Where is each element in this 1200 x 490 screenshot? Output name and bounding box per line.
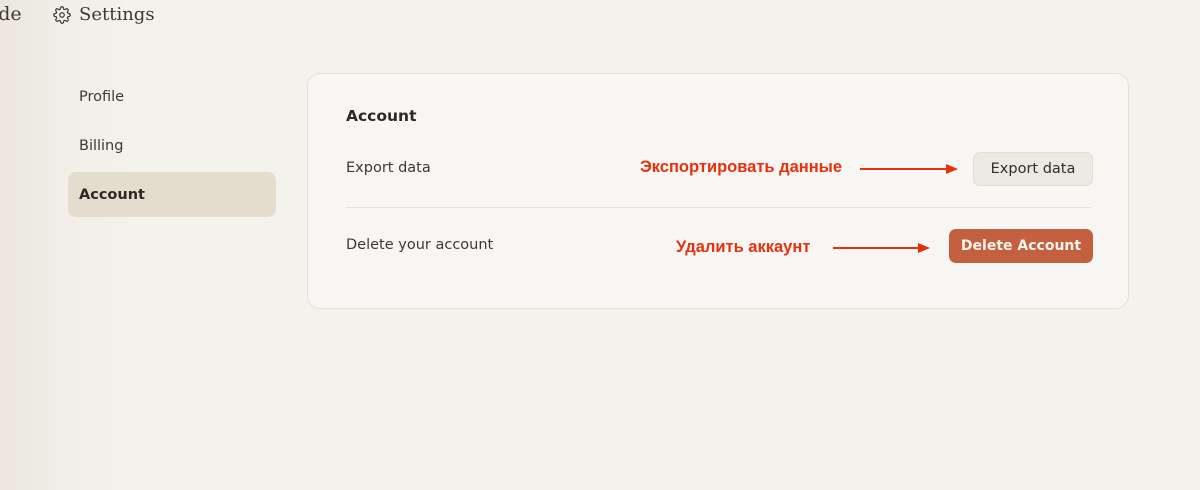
app-brand[interactable]: ude — [0, 3, 22, 25]
account-card: Account Export data Export data Delete y… — [307, 73, 1129, 309]
settings-header: Settings — [53, 4, 155, 25]
sidebar-item-billing[interactable]: Billing — [68, 123, 276, 168]
top-bar: ude Settings — [0, 0, 400, 34]
account-section-title: Account — [346, 107, 417, 125]
delete-account-button[interactable]: Delete Account — [949, 229, 1093, 263]
sidebar-item-profile[interactable]: Profile — [68, 74, 276, 119]
export-data-button[interactable]: Export data — [973, 152, 1093, 186]
annotation-arrow-delete-icon — [833, 243, 930, 253]
gear-icon — [53, 5, 71, 24]
divider — [346, 207, 1092, 208]
page-title: Settings — [79, 4, 155, 25]
export-data-label: Export data — [346, 160, 431, 176]
annotation-delete: Удалить аккаунт — [676, 238, 811, 256]
settings-sidebar: Profile Billing Account — [68, 74, 276, 221]
annotation-arrow-export-icon — [860, 164, 958, 174]
sidebar-item-account[interactable]: Account — [68, 172, 276, 217]
annotation-export: Экспортировать данные — [640, 158, 843, 176]
delete-account-label: Delete your account — [346, 237, 494, 253]
